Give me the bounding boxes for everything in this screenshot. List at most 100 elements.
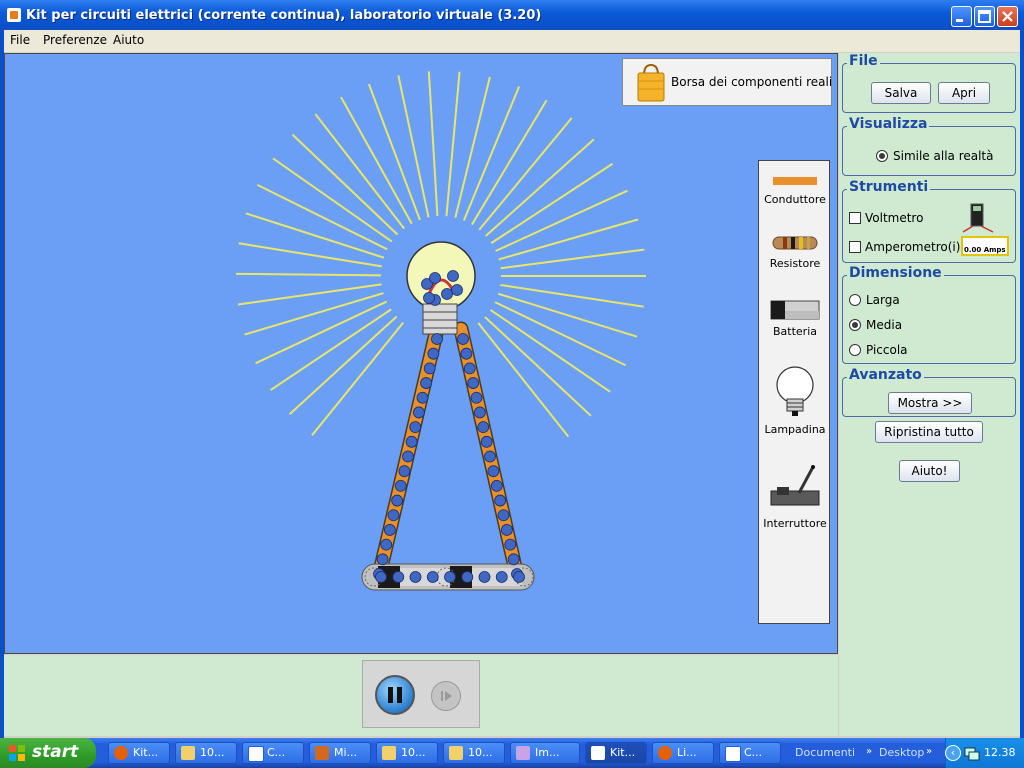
electron [444, 571, 456, 583]
realistic-view-radio[interactable] [876, 150, 888, 162]
step-button[interactable] [431, 681, 461, 711]
electron [487, 465, 500, 478]
menu-preferences[interactable]: Preferenze [43, 33, 107, 47]
app-java-icon [7, 8, 21, 22]
save-button[interactable]: Salva [871, 82, 931, 104]
minimize-icon [956, 19, 963, 22]
light-ray [445, 71, 461, 217]
menu-help[interactable]: Aiuto [113, 33, 144, 47]
electron [423, 292, 435, 304]
taskbar-button[interactable]: 10... [443, 742, 505, 764]
view-panel-title: Visualizza [847, 116, 930, 132]
minimize-button[interactable] [951, 6, 972, 27]
size-large-radio[interactable] [849, 294, 861, 306]
size-medium-radio[interactable] [849, 319, 861, 331]
electron [394, 479, 407, 492]
taskbar-button[interactable]: C... [242, 742, 304, 764]
electron [477, 421, 490, 434]
voltmeter-checkbox[interactable] [849, 212, 861, 224]
firefox-icon [658, 746, 672, 760]
file-panel: File Salva Apri [842, 53, 1016, 113]
start-label: start [32, 742, 79, 762]
maximize-button[interactable] [974, 6, 995, 27]
toolbox-bulb-label[interactable]: Lampadina [759, 423, 831, 436]
taskbar-button-label: Kit... [133, 746, 159, 759]
bulb-component-icon[interactable] [775, 365, 815, 419]
taskbar-button[interactable]: 10... [376, 742, 438, 764]
taskbar-button[interactable]: 10... [175, 742, 237, 764]
electron [409, 571, 422, 583]
toolbox-switch-label[interactable]: Interruttore [759, 517, 831, 530]
taskbar-button[interactable]: Li... [652, 742, 714, 764]
electron [431, 333, 443, 345]
light-ray [256, 183, 388, 251]
size-small-radio[interactable] [849, 344, 861, 356]
documents-toolbar-link[interactable]: Documenti [795, 746, 855, 759]
electron [391, 494, 404, 507]
electron [504, 538, 517, 551]
network-icon[interactable] [964, 746, 982, 762]
toolbar-overflow-icon[interactable]: » [926, 746, 932, 757]
light-bulb[interactable] [406, 241, 476, 335]
electron [495, 571, 508, 583]
taskbar-button-label: C... [744, 746, 763, 759]
toolbox-resistor-label[interactable]: Resistore [759, 257, 831, 270]
electron [387, 509, 400, 522]
battery-component-icon[interactable] [769, 299, 821, 321]
light-ray [245, 212, 385, 259]
pause-button[interactable] [375, 675, 415, 715]
help-button[interactable]: Aiuto! [899, 460, 960, 482]
electron [376, 553, 389, 566]
desktop-toolbar-link[interactable]: Desktop [879, 746, 924, 759]
open-button[interactable]: Apri [938, 82, 990, 104]
circuit-drawing[interactable] [5, 54, 838, 654]
electron [420, 377, 433, 389]
taskbar-button[interactable]: Kit... [108, 742, 170, 764]
electron [423, 362, 436, 375]
show-advanced-button[interactable]: Mostra >> [888, 392, 972, 414]
toolbox-battery-label[interactable]: Batteria [759, 325, 831, 338]
ammeter-checkbox[interactable] [849, 241, 861, 253]
light-ray [477, 322, 570, 438]
electron [507, 553, 520, 566]
simulation-canvas[interactable]: Borsa dei componenti reali Conduttore Re… [4, 53, 838, 654]
window-frame-right [1020, 30, 1024, 738]
voltmeter-icon [962, 203, 994, 233]
light-ray [397, 75, 430, 218]
taskbar-button-label: 10... [200, 746, 225, 759]
taskbar-button-label: Mi... [334, 746, 358, 759]
clock[interactable]: 12.38 [984, 746, 1016, 759]
menu-bar: File Preferenze Aiuto [4, 30, 1020, 52]
real-components-bag-button[interactable]: Borsa dei componenti reali [622, 58, 832, 106]
close-button[interactable] [997, 6, 1018, 27]
electron [416, 391, 429, 404]
electron [461, 571, 474, 583]
system-tray: ‹ 12.38 [945, 738, 1024, 768]
taskbar-button[interactable]: Mi... [309, 742, 371, 764]
electron [405, 435, 418, 448]
electron [497, 509, 510, 522]
electron [441, 288, 453, 300]
taskbar-button-label: C... [267, 746, 286, 759]
word-document-icon [248, 746, 264, 762]
toolbox-wire-label[interactable]: Conduttore [759, 193, 831, 206]
light-ray [500, 283, 644, 308]
show-hidden-icons-button[interactable]: ‹ [945, 745, 961, 761]
electron [467, 377, 480, 389]
light-ray [236, 272, 382, 277]
start-button[interactable]: start [0, 738, 96, 768]
taskbar-button[interactable]: C... [719, 742, 781, 764]
firefox-icon [114, 746, 128, 760]
window-title: Kit per circuiti elettrici (corrente con… [26, 8, 542, 23]
menu-file[interactable]: File [10, 33, 30, 47]
wire-component-icon[interactable] [773, 177, 817, 185]
folder-icon [382, 746, 396, 760]
reset-all-button[interactable]: Ripristina tutto [875, 421, 983, 443]
light-ray [484, 316, 592, 417]
taskbar-button[interactable]: Im... [510, 742, 580, 764]
playback-bar [4, 655, 838, 736]
electron [480, 435, 493, 448]
taskbar-button-active[interactable]: Kit... [585, 742, 647, 764]
switch-component-icon[interactable] [769, 463, 821, 511]
resistor-icon[interactable] [771, 235, 819, 251]
